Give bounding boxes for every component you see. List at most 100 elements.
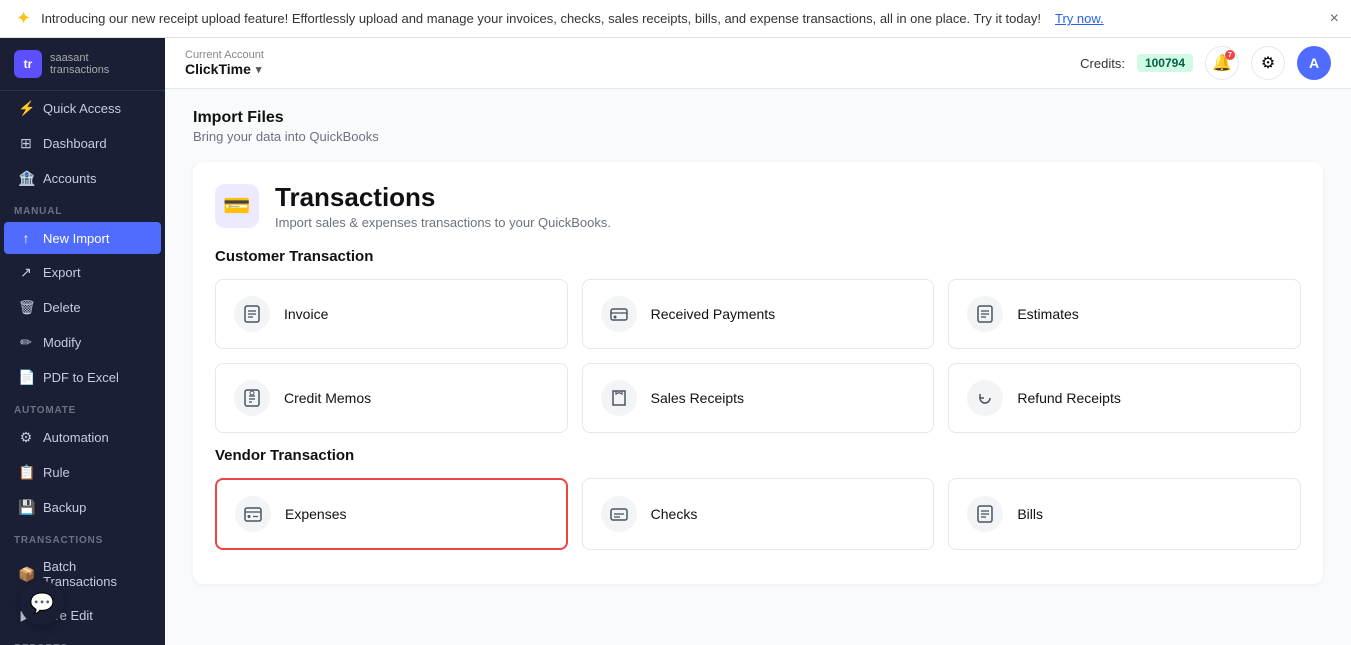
- sidebar-item-delete[interactable]: 🗑 Delete: [4, 291, 161, 324]
- invoice-card[interactable]: Invoice: [215, 279, 568, 349]
- delete-icon: 🗑: [18, 299, 34, 316]
- sidebar-item-new-import[interactable]: ↑ New Import: [4, 222, 161, 254]
- bills-card[interactable]: Bills: [948, 478, 1301, 550]
- invoice-label: Invoice: [284, 306, 328, 322]
- sidebar-item-label: Automation: [43, 430, 109, 445]
- sidebar-item-label: Dashboard: [43, 136, 107, 151]
- sidebar-logo: tr saasant transactions: [0, 38, 165, 91]
- credits-badge: 100794: [1137, 54, 1193, 72]
- sidebar-item-export[interactable]: ↗ Export: [4, 256, 161, 289]
- customer-section-heading: Customer Transaction: [215, 248, 1301, 265]
- modify-icon: ✏: [18, 334, 34, 351]
- credits-label: Credits:: [1080, 56, 1125, 71]
- transactions-icon: 💳: [215, 184, 259, 228]
- automate-section-label: AUTOMATE: [0, 395, 165, 420]
- main-content: Import Files Bring your data into QuickB…: [165, 89, 1351, 645]
- pdf-icon: 📄: [18, 369, 34, 386]
- checks-card[interactable]: Checks: [582, 478, 935, 550]
- sidebar-item-rule[interactable]: 📋 Rule: [4, 456, 161, 489]
- settings-button[interactable]: ⚙: [1251, 46, 1285, 80]
- chat-icon: 💬: [30, 591, 55, 616]
- received-payments-icon: [601, 296, 637, 332]
- sidebar-item-label: New Import: [43, 231, 109, 246]
- sidebar-item-label: Rule: [43, 465, 70, 480]
- sidebar-item-label: Quick Access: [43, 101, 121, 116]
- sidebar: tr saasant transactions ⚡ Quick Access ⊞…: [0, 38, 165, 645]
- sidebar-item-label: Export: [43, 265, 81, 280]
- refund-receipts-label: Refund Receipts: [1017, 390, 1121, 406]
- try-now-link[interactable]: Try now.: [1055, 11, 1104, 26]
- export-icon: ↗: [18, 264, 34, 281]
- vendor-transactions-grid: Expenses Checks: [215, 478, 1301, 550]
- bills-icon: [967, 496, 1003, 532]
- chevron-down-icon: ▾: [256, 63, 262, 76]
- sidebar-item-quick-access[interactable]: ⚡ Quick Access: [4, 92, 161, 125]
- quick-access-icon: ⚡: [18, 100, 34, 117]
- vendor-section-heading: Vendor Transaction: [215, 447, 1301, 464]
- accounts-icon: 🏦: [18, 170, 34, 187]
- top-banner: ✦ Introducing our new receipt upload fea…: [0, 0, 1351, 38]
- sidebar-item-backup[interactable]: 💾 Backup: [4, 491, 161, 524]
- notification-count: 7: [1225, 50, 1235, 60]
- reports-section-label: REPORTS: [0, 633, 165, 645]
- rule-icon: 📋: [18, 464, 34, 481]
- sales-receipts-card[interactable]: Sales Receipts: [582, 363, 935, 433]
- transactions-header: 💳 Transactions Import sales & expenses t…: [215, 182, 1301, 230]
- transactions-subtitle: Import sales & expenses transactions to …: [275, 215, 611, 230]
- sidebar-item-label: PDF to Excel: [43, 370, 119, 385]
- refund-receipts-card[interactable]: Refund Receipts: [948, 363, 1301, 433]
- notifications-button[interactable]: 🔔 7: [1205, 46, 1239, 80]
- sidebar-item-label: Modify: [43, 335, 81, 350]
- account-name: ClickTime ▾: [185, 61, 264, 77]
- customer-transactions-grid: Invoice Received Payments: [215, 279, 1301, 433]
- expenses-label: Expenses: [285, 506, 346, 522]
- sidebar-item-modify[interactable]: ✏ Modify: [4, 326, 161, 359]
- user-avatar[interactable]: A: [1297, 46, 1331, 80]
- sidebar-item-label: Delete: [43, 300, 81, 315]
- sidebar-item-accounts[interactable]: 🏦 Accounts: [4, 162, 161, 195]
- automation-icon: ⚙: [18, 429, 34, 446]
- new-import-icon: ↑: [18, 230, 34, 246]
- account-label: Current Account: [185, 49, 264, 61]
- logo-icon: tr: [14, 50, 42, 78]
- sidebar-item-dashboard[interactable]: ⊞ Dashboard: [4, 127, 161, 160]
- received-payments-card[interactable]: Received Payments: [582, 279, 935, 349]
- credit-memos-card[interactable]: Credit Memos: [215, 363, 568, 433]
- star-icon: ✦: [16, 8, 31, 29]
- chat-bubble-button[interactable]: 💬: [20, 581, 64, 625]
- sidebar-item-pdf-to-excel[interactable]: 📄 PDF to Excel: [4, 361, 161, 394]
- sales-receipts-icon: [601, 380, 637, 416]
- account-selector[interactable]: Current Account ClickTime ▾: [185, 49, 264, 77]
- credit-memos-icon: [234, 380, 270, 416]
- estimates-card[interactable]: Estimates: [948, 279, 1301, 349]
- transactions-title-block: Transactions Import sales & expenses tra…: [275, 182, 611, 230]
- bills-label: Bills: [1017, 506, 1043, 522]
- sales-receipts-label: Sales Receipts: [651, 390, 744, 406]
- topbar-right: Credits: 100794 🔔 7 ⚙ A: [1080, 46, 1331, 80]
- credit-memos-label: Credit Memos: [284, 390, 371, 406]
- logo-text: saasant transactions: [50, 52, 109, 76]
- expenses-card[interactable]: Expenses: [215, 478, 568, 550]
- gear-icon: ⚙: [1261, 53, 1275, 73]
- sidebar-item-label: Batch Transactions: [43, 559, 147, 589]
- transactions-card: 💳 Transactions Import sales & expenses t…: [193, 162, 1323, 584]
- invoice-icon: [234, 296, 270, 332]
- sidebar-item-label: Accounts: [43, 171, 96, 186]
- sidebar-item-automation[interactable]: ⚙ Automation: [4, 421, 161, 454]
- page-subtitle: Bring your data into QuickBooks: [193, 129, 1323, 144]
- topbar: Current Account ClickTime ▾ Credits: 100…: [165, 38, 1351, 89]
- page-title: Import Files: [193, 109, 1323, 127]
- received-payments-label: Received Payments: [651, 306, 776, 322]
- checks-icon: [601, 496, 637, 532]
- transactions-section-label: TRANSACTIONS: [0, 525, 165, 550]
- batch-icon: 📦: [18, 566, 34, 583]
- expenses-icon: [235, 496, 271, 532]
- banner-text: Introducing our new receipt upload featu…: [41, 11, 1041, 26]
- estimates-icon: [967, 296, 1003, 332]
- refund-receipts-icon: [967, 380, 1003, 416]
- dashboard-icon: ⊞: [18, 135, 34, 152]
- close-banner-button[interactable]: ×: [1330, 10, 1339, 28]
- manual-section-label: MANUAL: [0, 196, 165, 221]
- sidebar-item-label: Backup: [43, 500, 86, 515]
- transactions-big-title: Transactions: [275, 182, 611, 213]
